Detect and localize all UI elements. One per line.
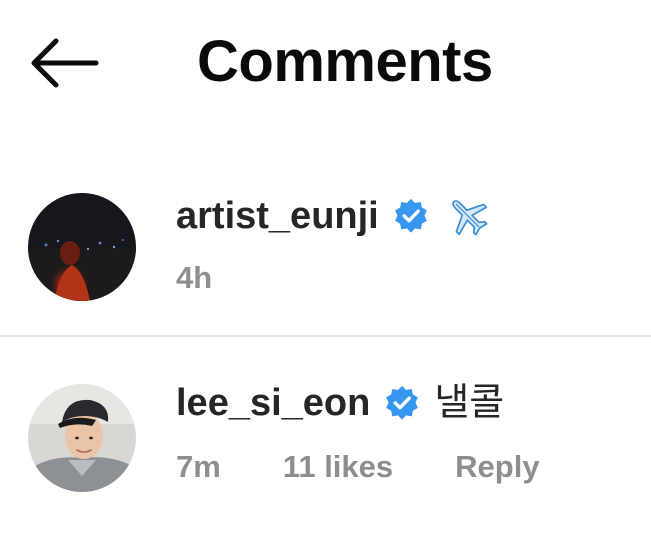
avatar[interactable]: [28, 193, 136, 301]
avatar[interactable]: [28, 384, 136, 492]
comment-footer: 4h: [176, 258, 212, 298]
comment-header: lee_si_eon 낼콜: [176, 376, 504, 430]
back-button[interactable]: [22, 30, 106, 96]
username[interactable]: artist_eunji: [176, 190, 379, 242]
arrow-left-icon: [31, 38, 99, 88]
comment-header: artist_eunji: [176, 190, 491, 242]
comment-item: lee_si_eon 낼콜 7m 11 likes Reply: [0, 337, 651, 533]
comment-footer: 7m 11 likes Reply: [176, 447, 540, 487]
username[interactable]: lee_si_eon: [176, 377, 370, 429]
comment-item: artist_eunji 4h: [0, 180, 651, 335]
verified-badge-icon: [386, 385, 419, 420]
timestamp: 4h: [176, 260, 213, 295]
airplane-icon: [451, 200, 488, 236]
comment-text: 낼콜: [434, 382, 505, 424]
verified-badge-icon: [394, 198, 427, 233]
page-title: Comments: [197, 29, 493, 94]
likes-count[interactable]: 11 likes: [283, 447, 393, 487]
reply-button[interactable]: Reply: [455, 447, 539, 487]
timestamp: 7m: [176, 449, 221, 484]
header-bar: Comments: [0, 0, 651, 125]
